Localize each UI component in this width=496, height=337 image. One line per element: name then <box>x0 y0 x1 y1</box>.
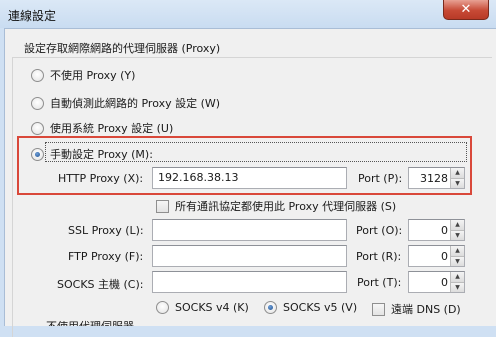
ssl-port-label: Port (O): <box>356 224 403 237</box>
socks-port-value: 0 <box>441 276 448 289</box>
no-proxy-radio[interactable] <box>31 68 44 82</box>
socks-v5-radio[interactable] <box>264 301 277 314</box>
socks-v4-label: SOCKS v4 (K) <box>175 301 249 314</box>
ftp-proxy-label: FTP Proxy (F): <box>68 250 144 263</box>
socks-v5-label: SOCKS v5 (V) <box>283 301 358 314</box>
socks-port-label: Port (T): <box>357 276 402 289</box>
ftp-port-label: Port (R): <box>356 250 402 263</box>
share-all-checkbox[interactable] <box>156 199 169 213</box>
ftp-proxy-input[interactable] <box>152 245 347 267</box>
socks-v4-option[interactable]: SOCKS v4 (K) <box>156 301 249 314</box>
spin-down-icon[interactable]: ▼ <box>450 281 464 292</box>
no-proxy-label: 不使用 Proxy (Y) <box>50 69 136 82</box>
auto-detect-radio[interactable] <box>31 96 44 110</box>
no-proxy-for-label: 不使用代理伺服器 <box>46 318 134 326</box>
spin-up-icon[interactable]: ▲ <box>450 272 464 282</box>
highlight-box <box>17 136 472 195</box>
window-title: 連線設定 <box>8 9 57 23</box>
ssl-port-stepper[interactable]: 0 ▲ ▼ <box>408 219 465 241</box>
ssl-proxy-label: SSL Proxy (L): <box>68 224 144 237</box>
spin-up-icon[interactable]: ▲ <box>450 220 464 230</box>
no-proxy-option[interactable]: 不使用 Proxy (Y) <box>31 67 135 83</box>
ssl-port-value: 0 <box>441 224 448 237</box>
system-proxy-label: 使用系統 Proxy 設定 (U) <box>50 122 174 135</box>
socks-host-input[interactable] <box>152 271 347 293</box>
title-bar: 連線設定 ✕ <box>0 0 496 28</box>
auto-detect-option[interactable]: 自動偵測此網路的 Proxy 設定 (W) <box>31 95 220 111</box>
close-icon: ✕ <box>460 2 472 17</box>
spin-down-icon[interactable]: ▼ <box>450 255 464 266</box>
ssl-proxy-input[interactable] <box>152 219 347 241</box>
remote-dns-checkbox[interactable] <box>372 302 385 316</box>
share-all-option[interactable]: 所有通訊協定都使用此 Proxy 代理伺服器 (S) <box>156 198 396 214</box>
ftp-port-stepper[interactable]: 0 ▲ ▼ <box>408 245 465 267</box>
close-button[interactable]: ✕ <box>443 0 489 20</box>
share-all-label: 所有通訊協定都使用此 Proxy 代理伺服器 (S) <box>175 200 397 213</box>
auto-detect-label: 自動偵測此網路的 Proxy 設定 (W) <box>50 97 221 110</box>
spin-up-icon[interactable]: ▲ <box>450 246 464 256</box>
system-proxy-option[interactable]: 使用系統 Proxy 設定 (U) <box>31 120 173 136</box>
system-proxy-radio[interactable] <box>31 121 44 135</box>
spin-down-icon[interactable]: ▼ <box>450 229 464 240</box>
socks-port-stepper[interactable]: 0 ▲ ▼ <box>408 271 465 293</box>
ftp-port-value: 0 <box>441 250 448 263</box>
proxy-section-label: 設定存取網際網路的代理伺服器 (Proxy) <box>24 42 221 55</box>
remote-dns-option[interactable]: 遠端 DNS (D) <box>372 301 461 317</box>
socks-v4-radio[interactable] <box>156 301 169 314</box>
socks-v5-option[interactable]: SOCKS v5 (V) <box>264 301 357 314</box>
remote-dns-label: 遠端 DNS (D) <box>391 303 461 316</box>
socks-host-label: SOCKS 主機 (C): <box>57 278 144 291</box>
